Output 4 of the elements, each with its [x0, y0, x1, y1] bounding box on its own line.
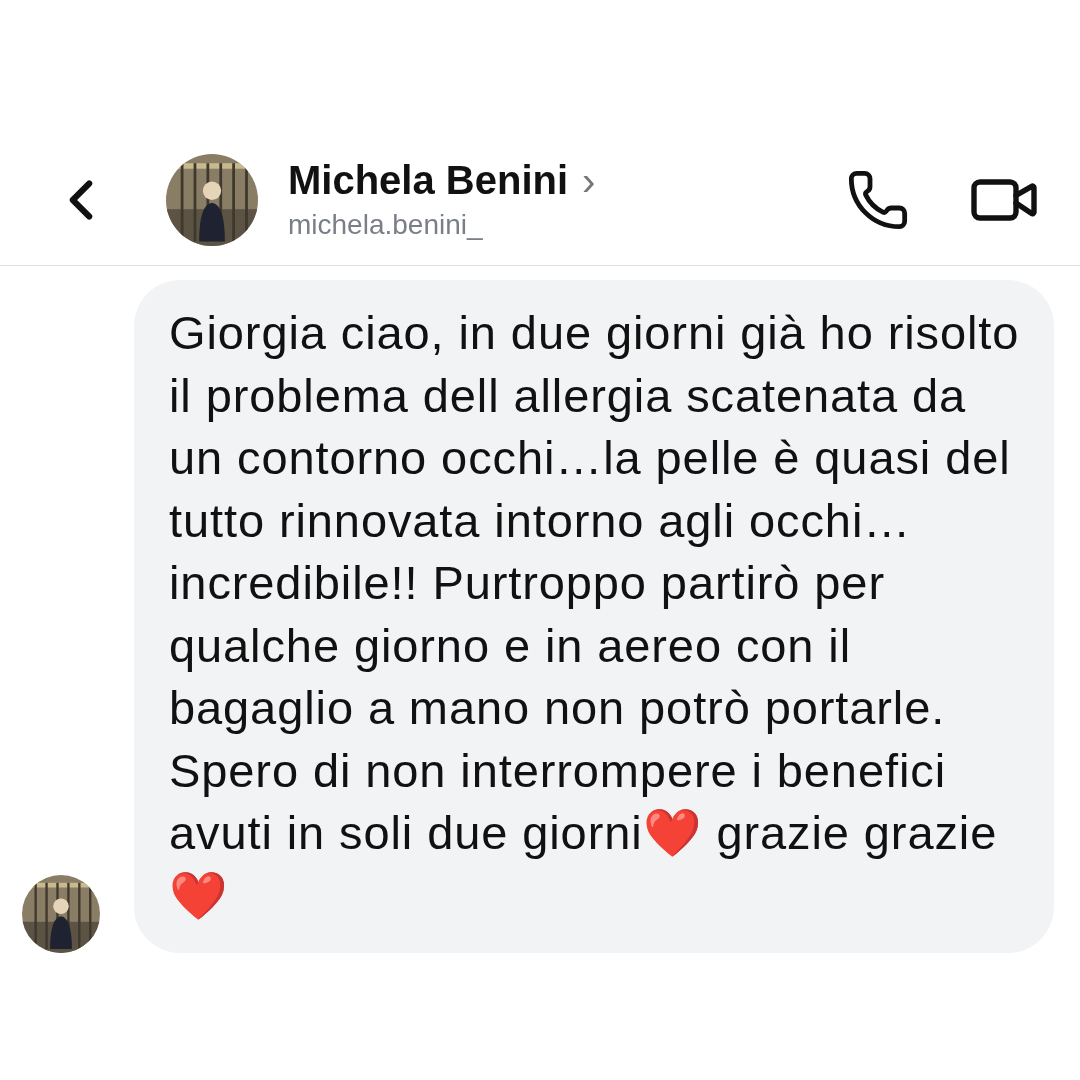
- chevron-icon[interactable]: ›: [582, 160, 596, 201]
- contact-name[interactable]: Michela Benini: [288, 158, 569, 203]
- message-text: Giorgia ciao, in due giorni già ho risolto il problema dell allergia scatenata da un contorno occhi…la pelle è quasi del tutto rinnovata intorno agli occhi… incredibile!! Purtroppo partirò per qualche giorno e in aereo con il bagaglio a mano non potrò portarle. Spero di non interrompere i benefici avuti in soli due giorni❤ grazie grazie ❤: [169, 305, 1021, 924]
- username: michela.benini_: [288, 209, 484, 241]
